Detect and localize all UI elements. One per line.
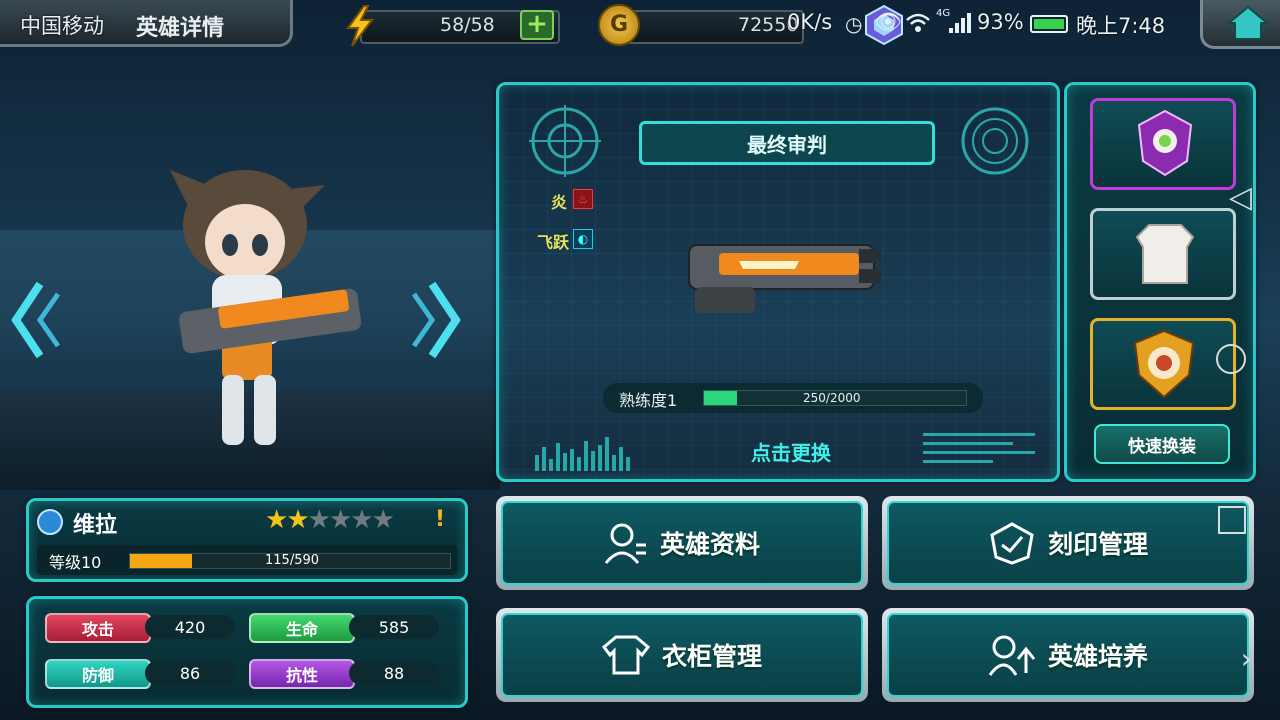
star-filled-icon: ★	[286, 505, 309, 535]
quick-equip-label: 快速换装	[1128, 436, 1196, 457]
lines-deco-icon	[923, 433, 1035, 463]
warning-icon[interactable]: !	[435, 507, 445, 532]
status-bar: 中国移动 英雄详情 58/58 + G 72550 0K/s ◷ 👁 4G 93…	[0, 0, 1280, 50]
add-energy-button[interactable]: +	[520, 10, 554, 40]
armor-icon	[1135, 224, 1195, 284]
change-weapon-link[interactable]: 点击更换	[751, 437, 831, 466]
radar-deco-icon	[961, 107, 1029, 175]
hero-class-icon	[37, 509, 63, 535]
resist-stat-label: 抗性	[249, 659, 355, 689]
star-empty-icon: ★	[371, 505, 395, 535]
exp-value: 115/590	[265, 553, 320, 568]
hero-character	[170, 170, 362, 445]
lightning-icon	[346, 5, 375, 47]
signal-icon	[949, 13, 971, 33]
hero-level-row: 等级10 115/590	[37, 545, 457, 575]
hero-star-rating: ★★★★★★	[265, 505, 395, 535]
hero-info-button[interactable]: 英雄资料	[496, 496, 868, 590]
quick-equip-button[interactable]: 快速换装	[1094, 424, 1230, 464]
defense-stat-value: 86	[145, 661, 235, 685]
proficiency-bar: 熟练度1 250/2000	[603, 383, 983, 413]
shirt-icon	[601, 635, 650, 675]
fire-icon: ♨	[573, 189, 593, 209]
hero-info-label: 英雄资料	[659, 530, 760, 559]
energy-value: 58/58	[440, 14, 495, 36]
person-icon	[604, 523, 646, 564]
equip-slot-medal[interactable]	[1090, 318, 1236, 410]
star-empty-icon: ★	[307, 505, 331, 535]
page-title: 英雄详情	[136, 16, 225, 41]
battery-icon	[1030, 15, 1068, 33]
fire-attribute-label: 炎	[551, 193, 568, 212]
wifi-icon	[906, 13, 930, 32]
hero-level: 等级10	[49, 553, 102, 572]
equalizer-deco-icon	[535, 437, 630, 471]
hp-stat-value: 585	[349, 615, 439, 639]
nav-recent-icon[interactable]	[1218, 506, 1246, 534]
train-icon	[988, 635, 1036, 676]
carrier-label: 中国移动	[20, 14, 104, 38]
hero-name: 维拉	[73, 513, 118, 538]
next-hero-arrow[interactable]	[406, 280, 462, 360]
nav-back-icon[interactable]: ◁	[1229, 180, 1252, 215]
hero-train-label: 英雄培养	[1047, 642, 1148, 671]
network-speed: 0K/s	[787, 10, 833, 34]
eye-icon: 👁	[874, 10, 902, 35]
equip-slot-emblem[interactable]	[1090, 98, 1236, 190]
weapon-name: 最终审判	[747, 132, 827, 157]
star-filled-icon: ★	[265, 505, 288, 535]
home-button[interactable]	[1200, 0, 1280, 49]
battery-percent: 93%	[977, 10, 1024, 34]
prev-hero-arrow[interactable]	[10, 280, 66, 360]
proficiency-label: 熟练度1	[619, 391, 678, 410]
equip-slot-armor[interactable]	[1090, 208, 1236, 300]
star-empty-icon: ★	[350, 505, 373, 535]
home-icon	[1226, 5, 1270, 40]
weapon-name-plate: 最终审判	[639, 121, 935, 165]
alarm-icon: ◷	[845, 12, 863, 36]
engrave-label: 刻印管理	[1047, 530, 1148, 559]
nav-home-icon[interactable]	[1216, 344, 1246, 374]
star-empty-icon: ★	[328, 505, 352, 535]
engrave-button[interactable]: 刻印管理	[882, 496, 1254, 590]
fly-icon: ◐	[573, 229, 593, 249]
fly-attribute-label: 飞跃	[537, 233, 570, 252]
clock: 晚上7:48	[1076, 14, 1166, 38]
stats-panel: 攻击 420 生命 585 防御 86 抗性 88	[26, 596, 468, 708]
defense-stat-label: 防御	[45, 659, 151, 689]
engrave-icon	[990, 522, 1034, 565]
attack-stat-label: 攻击	[45, 613, 151, 643]
weapon-image	[688, 244, 881, 313]
gold-coin-icon: G	[598, 4, 640, 46]
hero-train-button[interactable]: 英雄培养	[882, 608, 1254, 702]
nav-expand-icon[interactable]: ›	[1241, 642, 1252, 675]
attack-stat-value: 420	[145, 615, 235, 639]
weapon-panel: 最终审判 炎 ♨ 飞跃 ◐ 熟练度1 250/2000 点击更换	[496, 82, 1060, 482]
wardrobe-label: 衣柜管理	[661, 642, 762, 671]
resist-stat-value: 88	[349, 661, 439, 685]
hero-info-panel: 维拉 ★★★★★★ ! 等级10 115/590	[26, 498, 468, 582]
proficiency-fill	[704, 391, 737, 405]
crosshair-deco-icon	[529, 105, 601, 177]
hp-stat-label: 生命	[249, 613, 355, 643]
exp-fill	[130, 554, 193, 568]
medal-icon	[1133, 329, 1195, 399]
proficiency-value: 250/2000	[803, 391, 861, 405]
wardrobe-button[interactable]: 衣柜管理	[496, 608, 868, 702]
emblem-icon	[1137, 109, 1193, 177]
